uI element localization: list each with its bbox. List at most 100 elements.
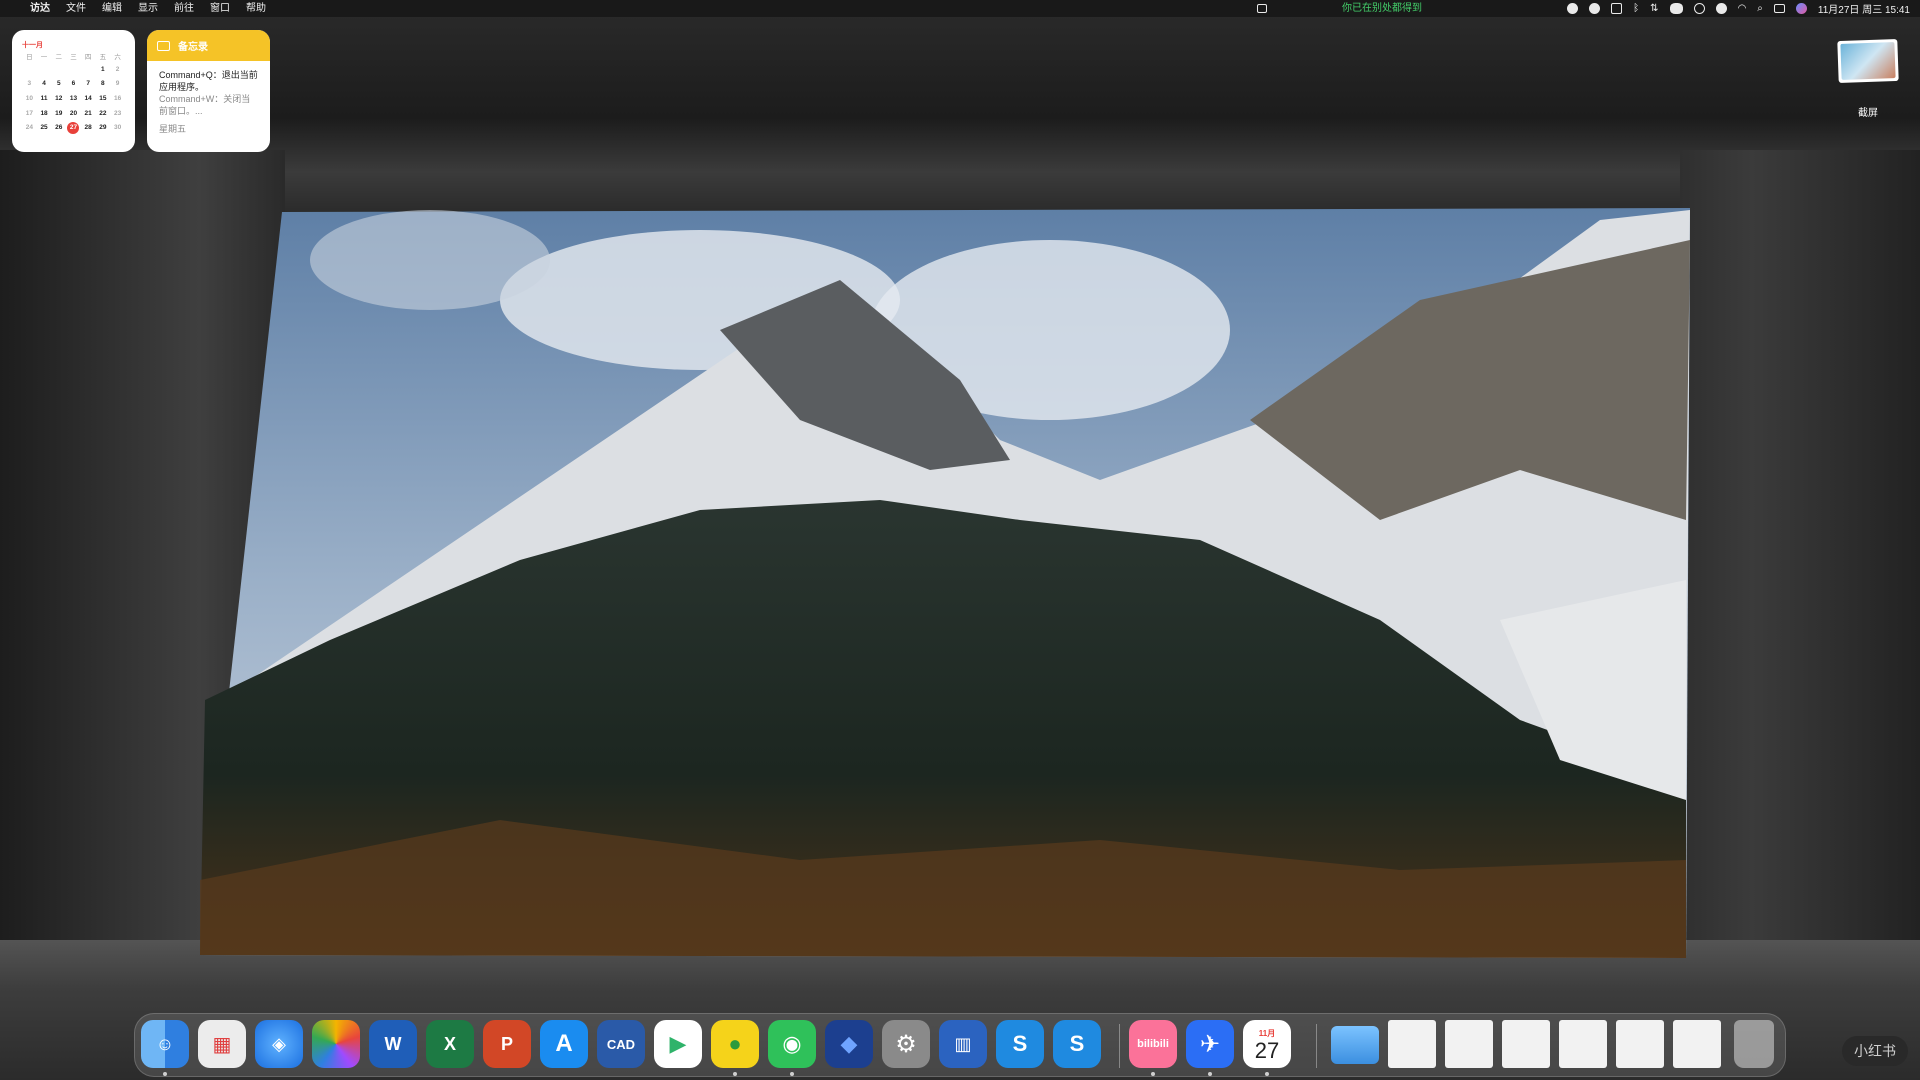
status-app-icon[interactable] [1567,3,1579,14]
calendar-day: 6 [71,80,76,88]
calendar-icon[interactable]: 11月 27 [1243,1020,1291,1068]
calendar-day: 26 [55,124,63,132]
s-app-icon-2[interactable]: S [1053,1020,1101,1068]
status-app-icon-2[interactable] [1589,3,1601,14]
calendar-day: 22 [99,109,107,117]
notes-title: 备忘录 [178,42,208,53]
feishu-icon[interactable]: ✈ [1186,1020,1234,1068]
running-indicator [1208,1072,1212,1076]
calendar-day: 25 [40,124,48,132]
weekday-label: 日 [26,54,33,61]
doc-thumb-icon[interactable] [1445,1020,1493,1068]
calendar-day: 12 [55,94,63,102]
wechat-status-icon[interactable] [1669,3,1683,14]
calendar-day: 3 [27,80,32,88]
siri-icon[interactable] [1795,3,1807,14]
notes-date: 星期五 [159,124,187,134]
menu-app-name[interactable]: 访达 [22,0,58,17]
trash-icon[interactable] [1734,1020,1774,1068]
calendar-day [66,62,81,77]
running-indicator [790,1072,794,1076]
notes-widget[interactable]: 备忘录 Command+Q：退出当前应用程序。 Command+W：关闭当前窗口… [147,30,270,152]
calendar-widget[interactable]: 十一月 日 一 二 三 四 五 六 1 2 3 4 5 6 7 8 9 10 1… [12,30,135,152]
menu-window[interactable]: 窗口 [202,0,238,17]
message-icon[interactable] [1611,3,1623,14]
screenshot-file-label[interactable]: 截屏 [1840,104,1896,119]
weekday-label: 一 [40,54,48,61]
calendar-day: 28 [84,124,92,132]
word-icon[interactable]: W [369,1020,417,1068]
robot-icon[interactable] [1257,0,1267,17]
network-icon[interactable]: ⇅ [1650,3,1658,14]
wechat-icon[interactable]: ◉ [768,1020,816,1068]
calendar-day: 15 [99,94,107,102]
menu-edit[interactable]: 编辑 [94,0,130,17]
calendar-day: 30 [113,124,122,132]
calendar-day: 23 [113,109,122,117]
spotlight-search-icon[interactable]: ⌕ [1757,3,1763,14]
screenshot-thumbnail [1840,42,1896,80]
doc-thumb-icon[interactable] [1388,1020,1436,1068]
calendar-day [37,62,52,77]
network-app-icon[interactable]: ▥ [939,1020,987,1068]
wifi-icon[interactable]: ◠ [1738,3,1747,14]
cad-label: CAD [606,1036,636,1052]
launchpad-icon[interactable]: ▦ [198,1020,246,1068]
calendar-day [51,62,66,77]
calendar-day: 17 [25,109,33,117]
infuse-icon[interactable]: ▶ [654,1020,702,1068]
folder-icon [157,40,170,51]
settings-icon[interactable]: ⚙ [882,1020,930,1068]
doc-thumb-icon[interactable] [1502,1020,1550,1068]
screenshot-file-icon[interactable] [1837,38,1899,84]
calendar-day: 29 [99,124,107,132]
calendar-day: 4 [42,80,46,88]
doc-thumb-icon[interactable] [1616,1020,1664,1068]
running-indicator [1151,1072,1155,1076]
calendar-day: 14 [84,94,92,102]
cad-icon[interactable]: CAD [597,1020,645,1068]
timer-icon[interactable] [1693,3,1705,14]
calendar-day: 2 [115,65,120,73]
calendar-day: 21 [84,109,92,117]
app-store-icon[interactable]: A [540,1020,588,1068]
s-app-icon[interactable]: S [996,1020,1044,1068]
status-app-icon-3[interactable] [1715,3,1727,14]
calendar-today: 27 [66,120,81,135]
menu-bar: 访达 文件 编辑 显示 前往 窗口 帮助 你已在别处都得到 ᛒ ⇅ ◠ ⌕ 11… [0,0,1920,17]
calendar-day: 16 [113,94,122,102]
notes-line-1: Command+Q：退出当前应用程序。 [159,70,258,92]
calendar-today-label: 27 [67,121,80,134]
calendar-month: 十一月 [22,42,43,49]
app-icon[interactable]: ● [711,1020,759,1068]
doc-thumb-icon[interactable] [1559,1020,1607,1068]
bilibili-label: bilibili [1137,1038,1169,1050]
finder-icon[interactable]: ☺ [141,1020,189,1068]
dock-separator [1316,1024,1317,1068]
bluetooth-icon[interactable]: ᛒ [1633,3,1639,14]
menu-help[interactable]: 帮助 [238,0,274,17]
folder-icon[interactable] [1331,1026,1379,1064]
excel-icon[interactable]: X [426,1020,474,1068]
calendar-day: 13 [69,94,78,102]
photos-icon[interactable] [312,1020,360,1068]
control-center-icon[interactable] [1773,4,1785,13]
bilibili-icon[interactable]: bilibili [1129,1020,1177,1068]
watermark-logo: 小红书 [1842,1036,1908,1066]
calendar-day: 20 [69,109,78,117]
stack-icon[interactable]: ◆ [825,1020,873,1068]
calendar-day [22,62,37,77]
dock-separator [1119,1024,1120,1068]
menu-view[interactable]: 显示 [130,0,166,17]
menu-go[interactable]: 前往 [166,0,202,17]
calendar-day: 1 [101,65,105,73]
menu-file[interactable]: 文件 [58,0,94,17]
weekday-label: 六 [114,54,121,61]
running-indicator [1265,1072,1269,1076]
menubar-clock[interactable]: 11月27日 周三 15:41 [1818,1,1910,16]
powerpoint-icon[interactable]: P [483,1020,531,1068]
notes-line-2: Command+W：关闭当前窗口。... [159,94,251,116]
weekday-label: 四 [84,54,92,61]
doc-thumb-icon[interactable] [1673,1020,1721,1068]
safari-icon[interactable]: ◈ [255,1020,303,1068]
